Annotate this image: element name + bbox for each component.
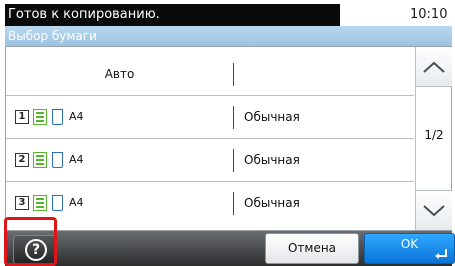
scroll-down-button[interactable] [416,190,452,230]
enter-icon [435,249,447,259]
help-icon: ? [25,239,47,261]
help-button[interactable]: ? [13,235,57,264]
scroll-column: 1/2 [415,47,452,230]
column-divider [233,106,234,129]
ok-button[interactable]: OK [364,233,455,264]
paper-type: Обычная [244,196,300,210]
paper-stack-icon [33,195,47,211]
column-divider [233,192,234,215]
paper-stack-icon [33,109,47,125]
bottom-bar: ? Отмена OK [0,231,455,266]
status-bar: Готов к копированию. 10:10 [0,0,455,26]
paper-size: A4 [69,153,84,166]
clock: 10:10 [410,7,448,22]
column-divider [233,63,234,86]
column-divider [233,149,234,172]
page-indicator: 1/2 [424,128,444,142]
paper-type: Обычная [244,110,300,124]
paper-sheet-icon [52,195,63,211]
chevron-up-icon [423,61,445,73]
paper-row-auto[interactable]: Авто [6,53,414,96]
paper-type: Обычная [244,153,300,167]
paper-stack-icon [33,152,47,168]
paper-row-tray-2[interactable]: 2 A4 Обычная [6,139,414,182]
paper-size: A4 [69,110,84,123]
paper-size: A4 [69,196,84,209]
cancel-button[interactable]: Отмена [265,233,359,264]
screen-title: Выбор бумаги [5,26,452,46]
paper-row-tray-3[interactable]: 3 A4 Обычная [6,182,414,225]
scroll-up-button[interactable] [416,47,452,87]
tray-number-icon: 2 [15,153,29,167]
status-message: Готов к копированию. [5,4,340,26]
tray-number-icon: 1 [15,110,29,124]
auto-label: Авто [104,67,135,81]
chevron-down-icon [423,204,445,216]
bottom-bar-background: ? Отмена OK [5,231,455,266]
paper-sheet-icon [52,152,63,168]
paper-selection-panel: Авто 1 A4 Обычная 2 A4 Обычная 3 A4 Обыч… [5,46,452,231]
paper-list: Авто 1 A4 Обычная 2 A4 Обычная 3 A4 Обыч… [6,47,414,230]
tray-number-icon: 3 [15,196,29,210]
paper-sheet-icon [52,109,63,125]
paper-row-tray-1[interactable]: 1 A4 Обычная [6,96,414,139]
